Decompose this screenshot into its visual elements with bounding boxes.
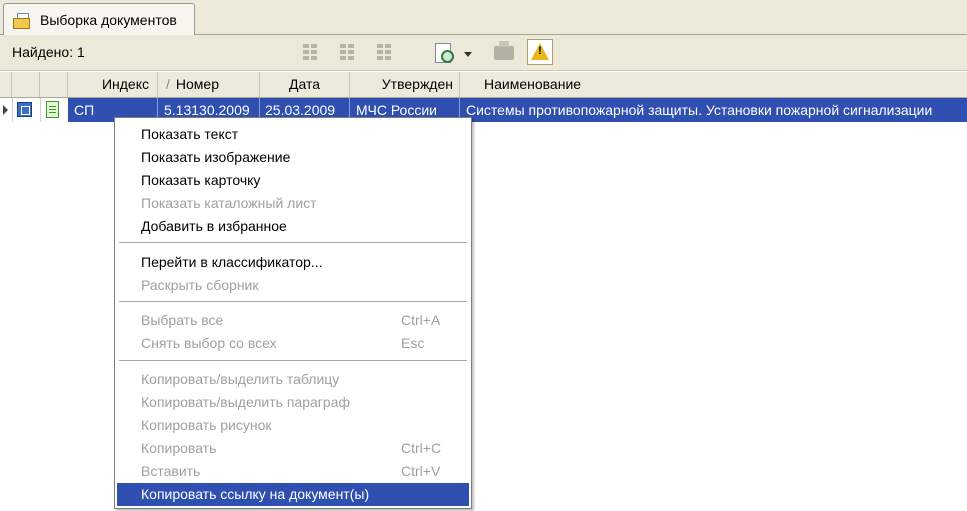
context-menu: Показать текст Показать изображение Пока…: [114, 117, 472, 509]
menu-item-show-image[interactable]: Показать изображение: [117, 146, 469, 169]
header-icon-col: [12, 72, 40, 97]
grid-view-icon[interactable]: [340, 44, 362, 62]
menu-item-copy-document-link[interactable]: Копировать ссылку на документ(ы): [117, 483, 469, 506]
menu-item-show-catalog-sheet[interactable]: Показать каталожный лист: [117, 192, 469, 215]
column-header-index[interactable]: Индекс: [68, 72, 158, 97]
found-count: Найдено: 1: [12, 44, 85, 60]
toolbar: Найдено: 1 !: [0, 35, 967, 71]
warning-button[interactable]: !: [527, 39, 553, 65]
sort-indicator: /: [166, 76, 170, 92]
dropdown-arrow-icon[interactable]: [464, 52, 472, 57]
shortcut-label: Ctrl+C: [401, 440, 442, 456]
menu-item-copy[interactable]: Копировать Ctrl+C: [117, 437, 469, 460]
printer-icon[interactable]: [494, 41, 514, 60]
menu-item-copy-table[interactable]: Копировать/выделить таблицу: [117, 368, 469, 391]
menu-item-copy-picture[interactable]: Копировать рисунок: [117, 414, 469, 437]
column-header-date[interactable]: Дата: [260, 72, 350, 97]
menu-item-go-to-classifier[interactable]: Перейти в классификатор...: [117, 251, 469, 274]
tab-strip: Выборка документов: [0, 0, 967, 35]
cell-name: Системы противопожарной защиты. Установк…: [466, 102, 933, 118]
menu-item-expand-collection[interactable]: Раскрыть сборник: [117, 274, 469, 297]
tab-label: Выборка документов: [40, 11, 177, 28]
folder-documents-icon: [12, 12, 30, 29]
menu-item-copy-paragraph[interactable]: Копировать/выделить параграф: [117, 391, 469, 414]
shortcut-label: Ctrl+V: [401, 463, 441, 479]
column-header-name[interactable]: Наименование: [460, 72, 967, 97]
shortcut-label: Esc: [401, 335, 425, 351]
menu-item-select-all[interactable]: Выбрать все Ctrl+A: [117, 309, 469, 332]
column-header-number[interactable]: / Номер: [158, 72, 260, 97]
menu-item-deselect-all[interactable]: Снять выбор со всех Esc: [117, 332, 469, 355]
tab-document-selection[interactable]: Выборка документов: [3, 3, 195, 35]
menu-separator: [119, 242, 467, 244]
menu-item-show-card[interactable]: Показать карточку: [117, 169, 469, 192]
menu-separator: [119, 301, 467, 303]
zoom-preview-icon[interactable]: [434, 43, 454, 63]
column-header-approved[interactable]: Утвержден: [350, 72, 460, 97]
header-icon-col: [40, 72, 68, 97]
table-header: Индекс / Номер Дата Утвержден Наименовани…: [0, 72, 967, 98]
menu-item-paste[interactable]: Вставить Ctrl+V: [117, 460, 469, 483]
document-text-icon[interactable]: [46, 101, 59, 118]
shortcut-label: Ctrl+A: [401, 312, 441, 328]
row-pointer-icon: [3, 105, 8, 115]
menu-separator: [119, 360, 467, 362]
document-type-icon[interactable]: [17, 102, 32, 117]
grid-view-icon[interactable]: [377, 44, 399, 62]
header-gutter: [0, 72, 12, 97]
grid-view-icon[interactable]: [303, 44, 325, 62]
menu-item-show-text[interactable]: Показать текст: [117, 123, 469, 146]
menu-item-add-favorites[interactable]: Добавить в избранное: [117, 215, 469, 238]
